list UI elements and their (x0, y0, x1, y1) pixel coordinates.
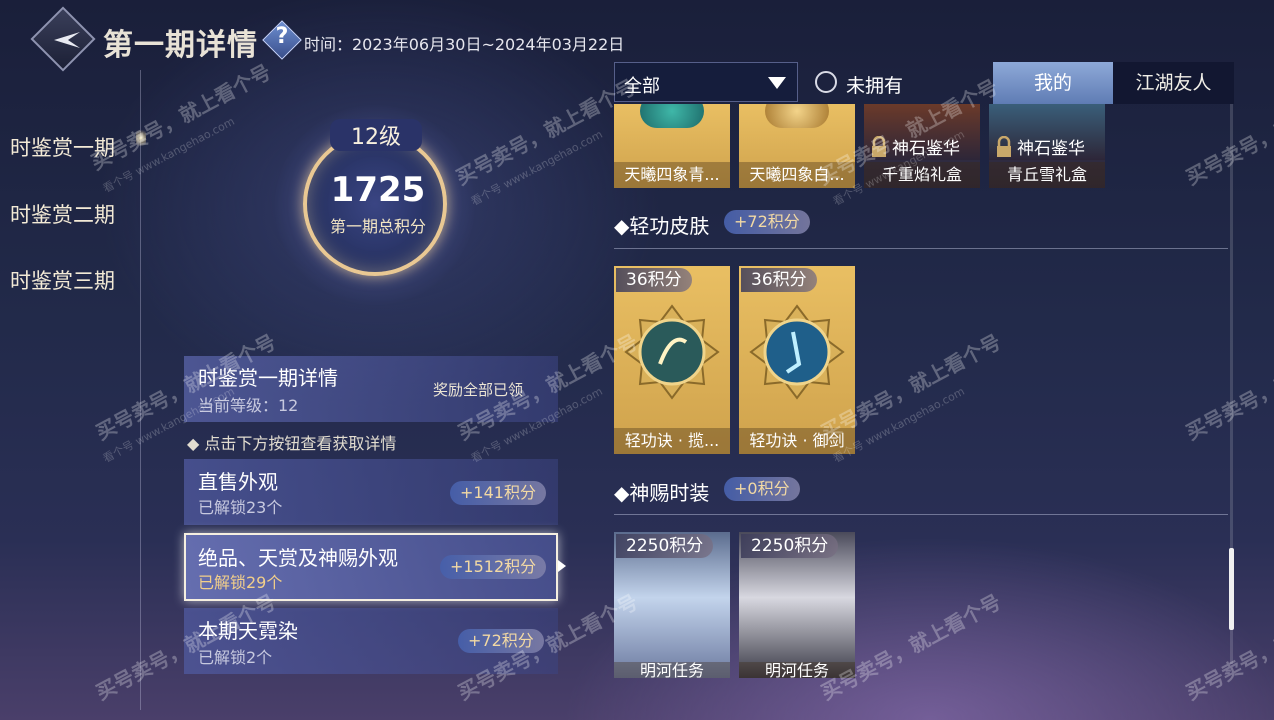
unowned-label: 未拥有 (846, 75, 904, 97)
level-badge: 12级 (330, 119, 422, 151)
section-points: +72积分 (724, 210, 810, 234)
category-title: 直售外观 (198, 470, 278, 494)
points-badge: +141积分 (450, 481, 546, 505)
active-arrow-icon (558, 560, 566, 572)
lock-icon (997, 136, 1011, 157)
watermark: 买号卖号，就上看个号 (1181, 329, 1274, 445)
page-title: 第一期详情 (103, 28, 258, 63)
time-range: 时间：2023年06月30日~2024年03月22日 (304, 35, 625, 54)
item-caption: 青丘雪礼盒 (989, 162, 1105, 188)
category-title: 绝品、天赏及神赐外观 (198, 546, 398, 570)
points-badge: +1512积分 (440, 555, 547, 579)
chevron-down-icon (768, 77, 786, 89)
price-tag: 36积分 (616, 268, 692, 292)
item-caption: 明河任务 (614, 662, 730, 678)
section-title: ◆轻功皮肤 (614, 214, 710, 238)
back-arrow-icon (54, 32, 80, 48)
tab-mine[interactable]: 我的 (993, 62, 1113, 104)
category-sub: 已解锁23个 (198, 498, 283, 517)
hint-label: 点击下方按钮查看获取详情 (204, 434, 397, 453)
section-divider (614, 514, 1228, 515)
section-divider (614, 248, 1228, 249)
section-title: ◆神赐时装 (614, 481, 710, 505)
item-card[interactable]: 神石鉴华 青丘雪礼盒 (989, 104, 1105, 188)
help-mark: ? (275, 24, 289, 49)
watermark: 买号卖号，就上看个号 (451, 74, 640, 190)
tab-friends[interactable]: 江湖友人 (1113, 62, 1234, 104)
total-score-label: 第一期总积分 (329, 217, 426, 236)
section-points: +0积分 (724, 477, 800, 501)
price-tag: 2250积分 (741, 534, 839, 558)
nav-item-period-2[interactable]: 时鉴赏二期 (10, 199, 115, 229)
item-caption: 轻功诀 · 揽... (614, 428, 730, 454)
total-score: 1725 (330, 170, 426, 210)
section-title-text: 轻功皮肤 (629, 214, 710, 238)
unowned-radio[interactable] (815, 71, 837, 93)
price-tag: 36积分 (741, 268, 817, 292)
item-image (749, 304, 845, 400)
item-overlay-label: 神石鉴华 (1017, 139, 1085, 159)
item-image (640, 104, 704, 128)
item-card[interactable]: 2250积分 明河任务 (739, 532, 855, 678)
scrollbar-thumb[interactable] (1229, 548, 1234, 630)
category-sub: 已解锁29个 (198, 573, 283, 592)
item-caption: 天曦四象青... (614, 162, 730, 188)
item-image (765, 104, 829, 128)
item-card[interactable]: 36积分 轻功诀 · 揽... (614, 266, 730, 454)
price-tag: 2250积分 (616, 534, 714, 558)
section-title-text: 神赐时装 (629, 481, 710, 505)
item-card[interactable]: 天曦四象青... (614, 104, 730, 188)
nav-item-period-3[interactable]: 时鉴赏三期 (10, 265, 115, 295)
hint-text: ◆ 点击下方按钮查看获取详情 (187, 434, 397, 453)
watermark: 买号卖号，就上看个号 (1181, 589, 1274, 705)
watermark: 买号卖号，就上看个号 (86, 59, 275, 175)
